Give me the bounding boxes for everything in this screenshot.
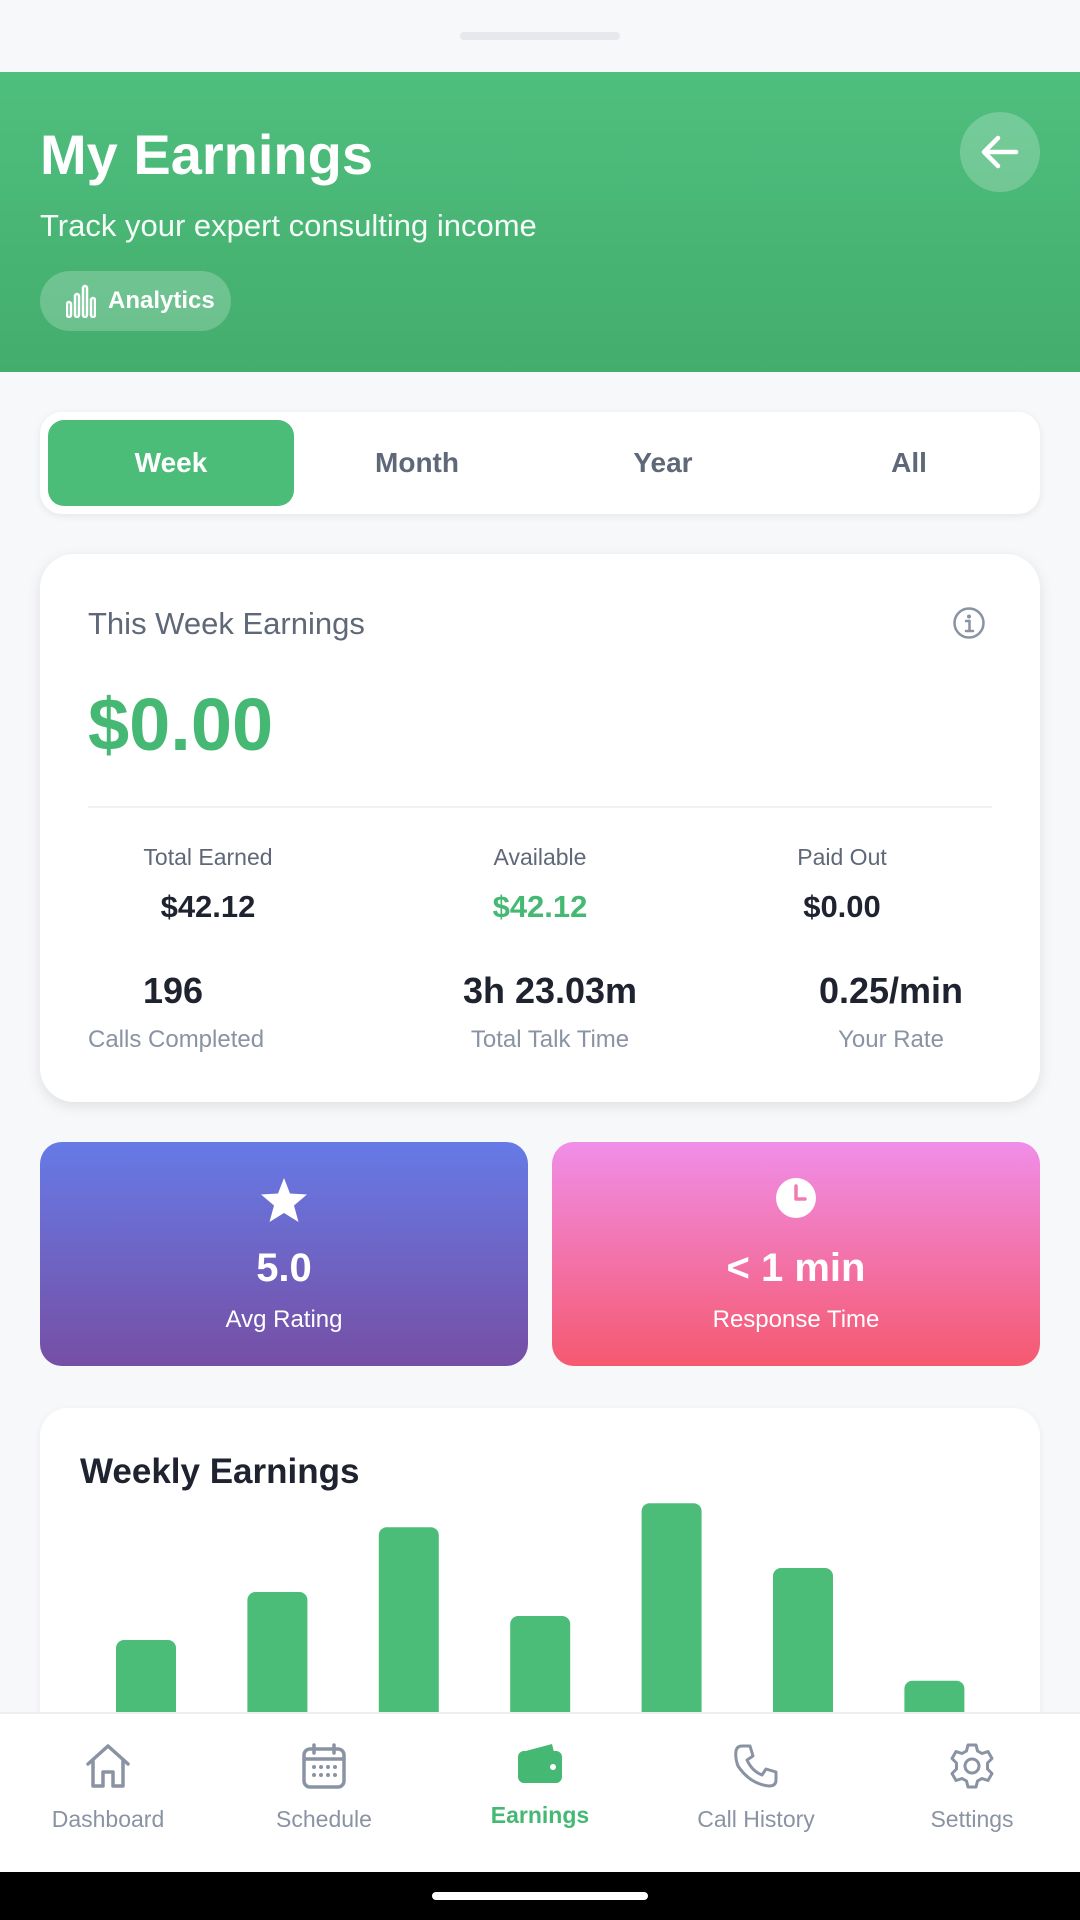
tab-year[interactable]: Year	[540, 420, 786, 506]
weekly-bar	[116, 1640, 176, 1712]
status-bar	[0, 0, 1080, 72]
weekly-earnings-chart	[116, 1503, 965, 1712]
nav-label: Settings	[930, 1806, 1014, 1832]
nav-dashboard[interactable]: Dashboard	[0, 1714, 216, 1872]
metric-label: Calls Completed	[88, 1026, 265, 1053]
nav-settings[interactable]: Settings	[864, 1714, 1080, 1872]
rating-value: 5.0	[256, 1246, 312, 1290]
phone-icon	[734, 1744, 778, 1788]
period-tabs: Week Month Year All	[40, 412, 1040, 514]
metric-value: 0.25/min	[818, 970, 964, 1011]
nav-label: Call History	[697, 1806, 815, 1832]
nav-schedule[interactable]: Schedule	[216, 1714, 432, 1872]
earnings-header: My Earnings Track your expert consulting…	[0, 72, 1080, 372]
clock-icon	[776, 1178, 816, 1218]
bottom-navigation: Dashboard Schedule Earnings Call History	[0, 1712, 1080, 1872]
analytics-label: Analytics	[108, 287, 215, 314]
system-navigation-bar	[0, 1872, 1080, 1920]
home-gesture-pill[interactable]	[432, 1892, 648, 1900]
stat-label: Available	[493, 844, 587, 870]
metric-value: 3h 23.03m	[462, 970, 638, 1011]
weekly-bar	[247, 1592, 308, 1712]
stat-label: Total Earned	[143, 844, 273, 870]
metric-calls-completed: 196 Calls Completed	[88, 970, 328, 1054]
metric-talk-time: 3h 23.03m Total Talk Time	[420, 970, 680, 1054]
info-icon[interactable]	[952, 606, 986, 640]
rating-label: Avg Rating	[225, 1306, 343, 1333]
stat-label: Paid Out	[797, 844, 887, 870]
response-label: Response Time	[712, 1306, 880, 1333]
home-icon	[86, 1744, 130, 1788]
metric-label: Your Rate	[838, 1026, 944, 1053]
page-subtitle: Track your expert consulting income	[40, 208, 537, 243]
bar-chart-icon	[66, 284, 96, 318]
stat-value: $42.12	[160, 889, 256, 924]
summary-label: This Week Earnings	[88, 606, 365, 641]
metric-value: 196	[142, 970, 204, 1011]
nav-call-history[interactable]: Call History	[648, 1714, 864, 1872]
analytics-button[interactable]: Analytics	[40, 271, 231, 331]
calendar-icon	[302, 1743, 346, 1789]
weekly-bar	[378, 1527, 439, 1712]
stat-paid-out: Paid Out $0.00	[742, 844, 942, 925]
nav-label: Schedule	[276, 1806, 372, 1832]
metric-rate: 0.25/min Your Rate	[780, 970, 1002, 1054]
star-icon	[261, 1178, 307, 1222]
metric-label: Total Talk Time	[470, 1026, 630, 1053]
tab-all[interactable]: All	[786, 420, 1032, 506]
weekly-bar	[510, 1616, 571, 1712]
weekly-bar	[773, 1568, 833, 1712]
tab-month[interactable]: Month	[294, 420, 540, 506]
response-time-tile: < 1 min Response Time	[552, 1142, 1040, 1366]
weekly-bar	[641, 1503, 702, 1712]
nav-label: Dashboard	[51, 1806, 165, 1832]
weekly-bar	[904, 1680, 965, 1712]
response-value: < 1 min	[726, 1246, 866, 1290]
divider	[88, 806, 992, 808]
drag-handle	[460, 32, 620, 40]
page-title: My Earnings	[40, 123, 373, 186]
stat-total-earned: Total Earned $42.12	[108, 844, 308, 925]
stat-value: $0.00	[803, 889, 881, 924]
stat-value: $42.12	[492, 889, 588, 924]
summary-amount: $0.00	[88, 683, 274, 766]
stat-available: Available $42.12	[440, 844, 640, 925]
nav-earnings[interactable]: Earnings	[432, 1714, 648, 1872]
back-button[interactable]	[960, 112, 1040, 192]
avg-rating-tile: 5.0 Avg Rating	[40, 1142, 528, 1366]
arrow-left-icon	[981, 135, 1019, 169]
nav-label: Earnings	[490, 1802, 590, 1828]
wallet-icon	[518, 1744, 562, 1783]
earnings-summary-card: This Week Earnings $0.00 Total Earned $4…	[40, 554, 1040, 1102]
gear-icon	[950, 1743, 994, 1789]
tab-week[interactable]: Week	[48, 420, 294, 506]
